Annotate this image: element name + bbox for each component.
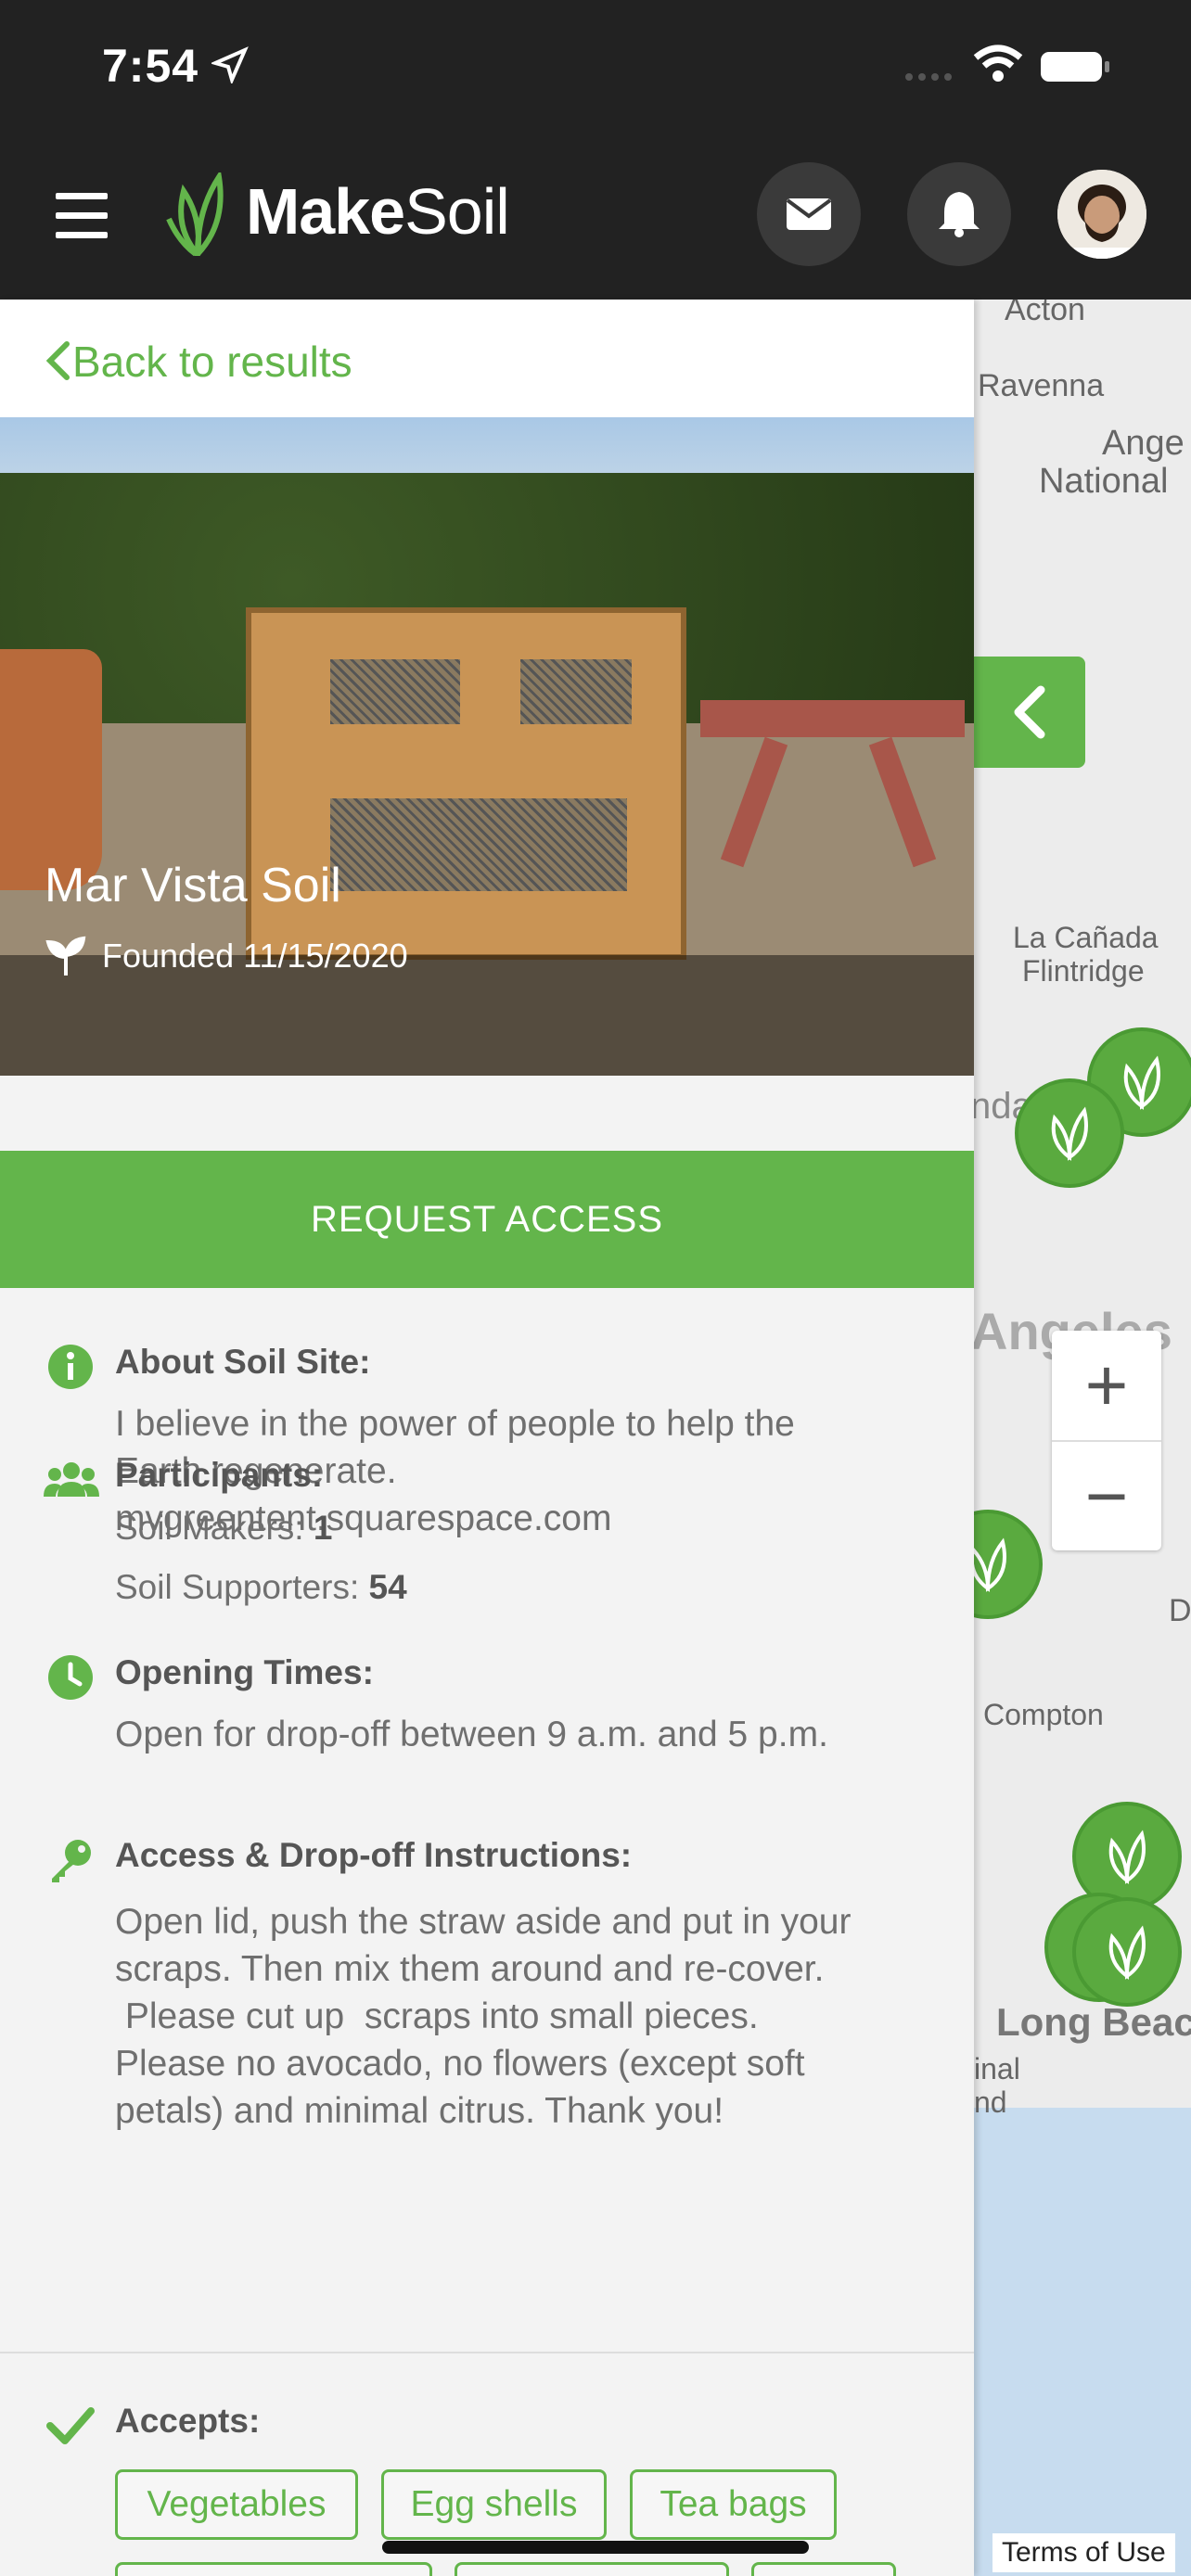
location-arrow-icon: [211, 46, 249, 83]
chevron-left-icon: [1014, 685, 1045, 739]
notifications-button[interactable]: [907, 162, 1011, 266]
accepts-tag-egg-shells: Egg shells: [381, 2469, 607, 2540]
map-label: Compton: [983, 1698, 1104, 1731]
soil-supporters-label: Soil Supporters:: [115, 1568, 360, 1606]
map-pin[interactable]: [1015, 1078, 1124, 1188]
map-label: National: [1039, 462, 1169, 501]
leaf-icon: [1108, 1925, 1146, 1980]
accepts-tag-partial: [115, 2562, 432, 2576]
photo-bin-mesh: [330, 798, 627, 891]
soil-supporters-row: Soil Supporters: 54: [115, 1558, 931, 1617]
users-icon: [44, 1462, 99, 1497]
map-label: inal: [974, 2052, 1020, 2085]
chevron-left-icon: [45, 341, 70, 380]
avatar-face-icon: [1057, 170, 1146, 259]
envelope-icon: [786, 198, 832, 230]
map-label: Acton: [1005, 300, 1085, 327]
checkmark-icon: [46, 2407, 95, 2444]
logo-text-make: Make: [246, 175, 405, 248]
site-photo: Mar Vista Soil Founded 11/15/2020: [0, 417, 974, 1076]
map-label: Long Beac: [996, 2000, 1191, 2044]
map-label: Ange: [1102, 424, 1185, 463]
clock-icon: [48, 1655, 93, 1700]
instructions-heading: Access & Drop-off Instructions:: [115, 1836, 633, 1874]
photo-bench: [700, 700, 965, 737]
accepts-tag-partial: [751, 2562, 896, 2576]
section-divider: [0, 2352, 974, 2353]
user-avatar[interactable]: [1057, 170, 1146, 259]
hamburger-icon[interactable]: [56, 193, 108, 239]
terms-of-use-link[interactable]: Terms of Use: [992, 2533, 1175, 2572]
map-label: Flintridge: [1022, 954, 1145, 988]
instructions-line: Please no avocado, no flowers (except so…: [115, 2044, 805, 2084]
wifi-icon: [973, 45, 1023, 82]
soil-makers-count: 1: [313, 1509, 333, 1547]
map-label: La Cañada: [1013, 921, 1159, 954]
map-label: Ravenna: [978, 368, 1105, 403]
founded-date: Founded 11/15/2020: [45, 935, 408, 977]
about-text-line: I believe in the power of people to help…: [115, 1404, 795, 1444]
soil-supporters-count: 54: [368, 1568, 407, 1606]
photo-planter: [0, 649, 102, 890]
collapse-panel-button[interactable]: [974, 657, 1085, 768]
app-header: MakeSoil: [0, 139, 1191, 300]
map-zoom-control: + −: [1052, 1331, 1161, 1550]
site-details-panel: Back to results Mar Vista Soil Founded 1…: [0, 300, 974, 2576]
opening-times-heading: Opening Times:: [115, 1653, 374, 1691]
request-access-button[interactable]: REQUEST ACCESS: [0, 1151, 974, 1288]
app-logo-text[interactable]: MakeSoil: [246, 174, 510, 249]
accepts-tag-partial: [455, 2562, 729, 2576]
zoom-out-button[interactable]: −: [1052, 1442, 1161, 1551]
map-label: nd: [974, 2085, 1007, 2119]
founded-text: Founded 11/15/2020: [102, 937, 408, 975]
leaf-icon: [1051, 1106, 1088, 1161]
photo-bin-mesh: [520, 659, 632, 724]
logo-text-soil: Soil: [404, 175, 510, 248]
messages-button[interactable]: [757, 162, 861, 266]
leaf-icon: [1123, 1055, 1160, 1110]
soil-makers-row: Soil Makers: 1: [115, 1498, 931, 1558]
map-ocean: [974, 2108, 1191, 2576]
info-icon: [48, 1345, 93, 1389]
back-to-results-link[interactable]: Back to results: [72, 337, 352, 387]
map-pin[interactable]: [1072, 1897, 1182, 2007]
participants-heading: Participants:: [115, 1456, 324, 1494]
about-heading: About Soil Site:: [115, 1343, 371, 1381]
photo-bin-mesh: [330, 659, 460, 724]
map-label: D: [1169, 1593, 1191, 1628]
status-time: 7:54: [102, 40, 199, 92]
map-pin[interactable]: [974, 1510, 1043, 1619]
bell-icon: [939, 192, 980, 237]
makesoil-leaf-logo-icon: [166, 172, 224, 256]
instructions-line: scraps. Then mix them around and re-cove…: [115, 1949, 825, 1989]
soil-makers-label: Soil Makers:: [115, 1509, 304, 1547]
opening-times-text: Open for drop-off between 9 a.m. and 5 p…: [115, 1715, 828, 1754]
leaf-icon: [974, 1537, 1006, 1592]
instructions-line: petals) and minimal citrus. Thank you!: [115, 2091, 724, 2131]
accepts-tag-vegetables: Vegetables: [115, 2469, 358, 2540]
accepts-heading: Accepts:: [115, 2402, 261, 2440]
signal-dots-icon: [905, 73, 952, 81]
back-to-results-bar[interactable]: Back to results: [0, 300, 974, 417]
zoom-in-button[interactable]: +: [1052, 1331, 1161, 1442]
accepts-tag-tea-bags: Tea bags: [630, 2469, 837, 2540]
sprout-icon: [45, 936, 86, 976]
instructions-line: Please cut up scraps into small pieces.: [115, 1996, 759, 2036]
instructions-line: Open lid, push the straw aside and put i…: [115, 1902, 852, 1942]
home-indicator[interactable]: [382, 2541, 809, 2554]
status-bar: 7:54: [0, 0, 1191, 139]
battery-icon: [1041, 52, 1109, 82]
key-icon: [52, 1840, 91, 1882]
site-name: Mar Vista Soil: [45, 859, 341, 912]
leaf-icon: [1108, 1830, 1146, 1884]
